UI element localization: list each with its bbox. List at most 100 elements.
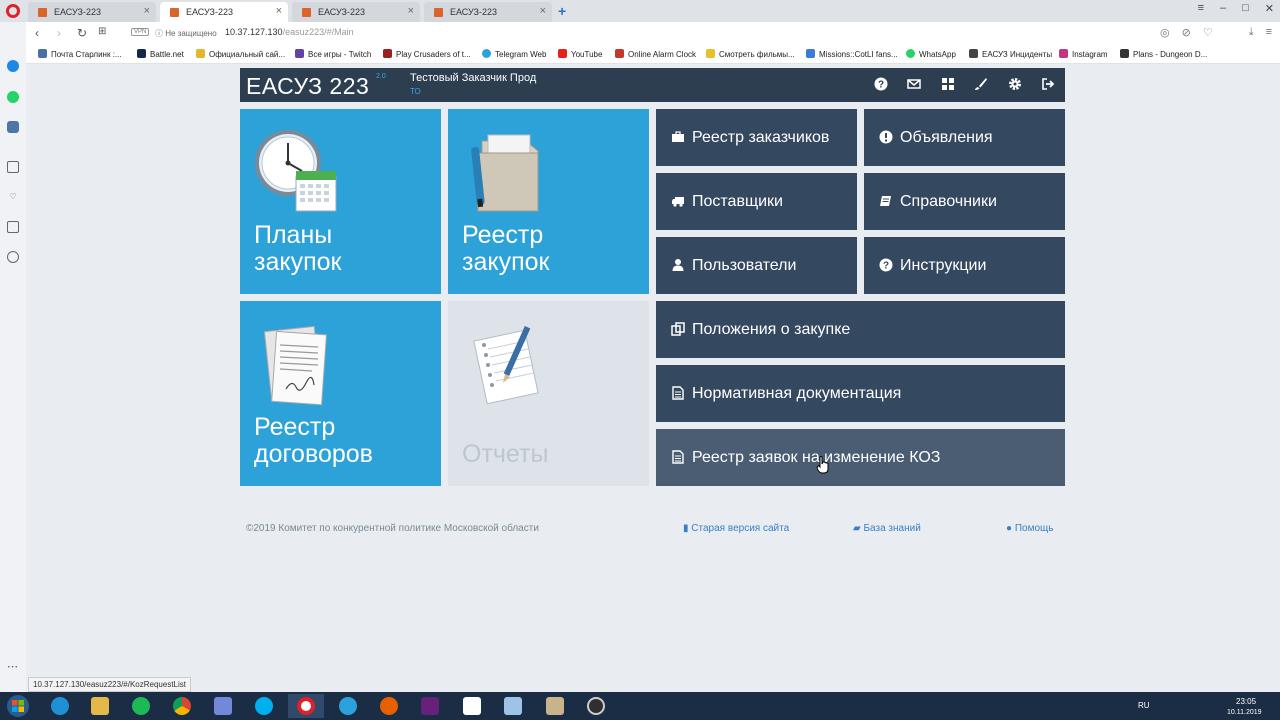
browser-tab[interactable]: ЕАСУЗ-223 × [292, 2, 420, 22]
site-favicon-icon [434, 8, 443, 17]
forward-icon[interactable]: › [57, 26, 61, 40]
browser-tab-active[interactable]: ЕАСУЗ-223 × [160, 2, 288, 22]
bookmark[interactable]: WhatsApp [906, 49, 956, 59]
help-icon[interactable]: ? [874, 77, 888, 91]
camera-icon[interactable]: ◎ [1160, 26, 1170, 39]
bookmark[interactable]: Instagram [1059, 49, 1108, 59]
menu-directories[interactable]: Справочники [864, 173, 1065, 230]
tile-registry[interactable]: Реестр закупок [448, 109, 649, 294]
settings-icon[interactable] [1008, 77, 1022, 91]
opera-taskbar-icon[interactable] [288, 694, 324, 718]
bookmark[interactable]: Почта Старлинк :... [38, 49, 122, 59]
bookmark[interactable]: Play Crusaders of t... [383, 49, 471, 59]
tab-menu-icon[interactable]: ≡ [1198, 2, 1204, 15]
chrome-icon[interactable] [164, 694, 200, 718]
notepad-icon[interactable] [495, 694, 531, 718]
bookmark[interactable]: Missions::CotLI fans... [806, 49, 898, 59]
whatsapp-icon[interactable] [7, 91, 19, 103]
visual-studio-icon[interactable] [412, 694, 448, 718]
security-indicator[interactable]: ⓘ Не защищено [155, 28, 217, 39]
svg-text:?: ? [883, 260, 889, 271]
vk-icon[interactable] [7, 121, 19, 133]
bookmark-icon [806, 49, 815, 58]
logout-icon[interactable] [1041, 77, 1055, 91]
menu-icon[interactable]: ≡ [1266, 26, 1272, 39]
site-favicon-icon [170, 8, 179, 17]
bookmark[interactable]: ЕАСУЗ Инциденты [969, 49, 1052, 59]
app-header: ЕАСУЗ 223 2.0 Тестовый Заказчик Прод ТО … [240, 68, 1065, 102]
knowledge-base-link[interactable]: ▰ База знаний [853, 523, 921, 534]
old-version-link[interactable]: ▮ Старая версия сайта [683, 523, 789, 534]
speed-dial-icon[interactable] [7, 161, 19, 173]
menu-normative[interactable]: Нормативная документация [656, 365, 1065, 422]
reload-icon[interactable]: ↻ [77, 26, 87, 40]
bookmark[interactable]: Telegram Web [482, 49, 546, 59]
customer-sub: ТО [410, 87, 421, 96]
back-icon[interactable]: ‹ [35, 26, 39, 40]
tile-reports: Отчеты [448, 301, 649, 486]
skype-icon[interactable] [246, 694, 282, 718]
opera-logo-icon[interactable] [6, 4, 20, 18]
vpn-badge[interactable]: VPN [131, 28, 150, 36]
tools-icon[interactable] [537, 694, 573, 718]
clock-time[interactable]: 23:05 [1236, 697, 1256, 706]
browser-tab[interactable]: ЕАСУЗ-223 × [424, 2, 552, 22]
bookmark[interactable]: Смотреть фильмы... [706, 49, 795, 59]
menu-customers[interactable]: Реестр заказчиков [656, 109, 857, 166]
menu-suppliers[interactable]: Поставщики [656, 173, 857, 230]
adblock-icon[interactable]: ⊘ [1182, 26, 1191, 39]
bookmark[interactable]: Online Alarm Clock [615, 49, 696, 59]
menu-announcements[interactable]: Объявления [864, 109, 1065, 166]
tab-close-icon[interactable]: × [276, 5, 282, 17]
mail-icon[interactable] [907, 77, 921, 91]
tab-close-icon[interactable]: × [408, 5, 414, 17]
download-icon[interactable]: ⤓ [1249, 26, 1254, 39]
documents-icon [263, 325, 327, 406]
menu-koz-requests[interactable]: Реестр заявок на изменение КОЗ [656, 429, 1065, 486]
bookmark[interactable]: YouTube [558, 49, 602, 59]
ie-icon[interactable] [42, 694, 78, 718]
grid-icon[interactable] [941, 77, 955, 91]
menu-regulations[interactable]: Положения о закупке [656, 301, 1065, 358]
explorer-icon[interactable] [82, 694, 118, 718]
bookmark[interactable]: Все игры - Twitch [295, 49, 371, 59]
history-icon[interactable] [7, 251, 19, 263]
app-logo[interactable]: ЕАСУЗ 223 [246, 73, 369, 100]
close-window-icon[interactable]: ✕ [1265, 2, 1274, 15]
windows-start-icon[interactable] [4, 694, 32, 718]
bookmark[interactable]: Battle.net [137, 49, 184, 59]
truck-icon [670, 194, 686, 210]
url-input[interactable]: 10.37.127.130/easuz223/#/Main [225, 27, 354, 37]
spotify-icon[interactable] [123, 694, 159, 718]
menu-instructions[interactable]: ? Инструкции [864, 237, 1065, 294]
maximize-icon[interactable]: □ [1242, 2, 1249, 15]
brush-icon[interactable] [974, 77, 988, 91]
telegram-icon[interactable] [330, 694, 366, 718]
discord-icon[interactable] [205, 694, 241, 718]
menu-users[interactable]: Пользователи [656, 237, 857, 294]
messenger-icon[interactable] [7, 60, 19, 72]
help-link[interactable]: ● Помощь [1006, 523, 1053, 534]
bookmark-icon [969, 49, 978, 58]
tab-close-icon[interactable]: × [540, 5, 546, 17]
heart-icon[interactable]: ♡ [7, 191, 19, 203]
tile-contracts[interactable]: Реестр договоров [240, 301, 441, 486]
heart-icon[interactable]: ♡ [1203, 26, 1213, 39]
address-bar-actions: ◎ ⊘ ♡ ⤓ ≡ [1160, 26, 1272, 39]
language-indicator[interactable]: RU [1138, 701, 1150, 710]
tile-reports-label: Отчеты [462, 440, 549, 468]
bookmark[interactable]: Официальный сай... [196, 49, 285, 59]
firefox-icon[interactable] [371, 694, 407, 718]
minimize-icon[interactable]: – [1220, 2, 1226, 15]
bookmark[interactable]: Plans - Dungeon D... [1120, 49, 1207, 59]
tile-plans[interactable]: Планы закупок [240, 109, 441, 294]
ngu-icon[interactable] [454, 694, 490, 718]
news-icon[interactable] [7, 221, 19, 233]
speed-dial-icon[interactable]: ⊞ [98, 26, 106, 37]
tab-close-icon[interactable]: × [144, 5, 150, 17]
obs-icon[interactable] [578, 694, 614, 718]
new-tab-icon[interactable]: + [558, 3, 566, 19]
browser-tab[interactable]: ЕАСУЗ-223 × [28, 2, 156, 22]
clock-date[interactable]: 10.11.2019 [1227, 709, 1262, 716]
more-icon[interactable]: ⋯ [7, 660, 18, 673]
